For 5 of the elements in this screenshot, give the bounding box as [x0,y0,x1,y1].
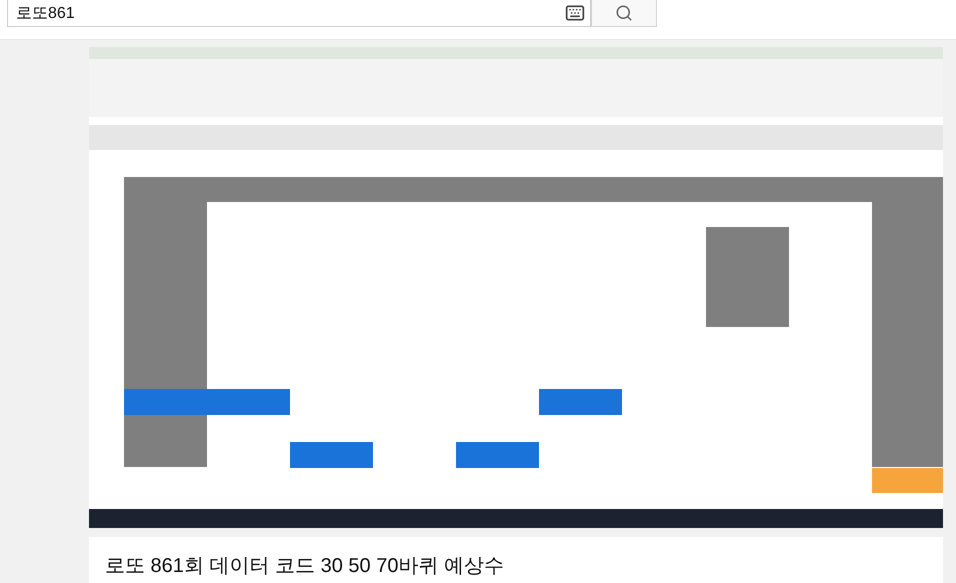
video-title: 로또 861회 데이터 코드 30 50 70바퀴 예상수 [105,554,506,579]
search-field[interactable]: 로또861 [7,0,591,27]
keyboard-icon[interactable] [565,3,585,23]
search-icon [615,4,633,22]
search-button[interactable] [591,0,657,27]
